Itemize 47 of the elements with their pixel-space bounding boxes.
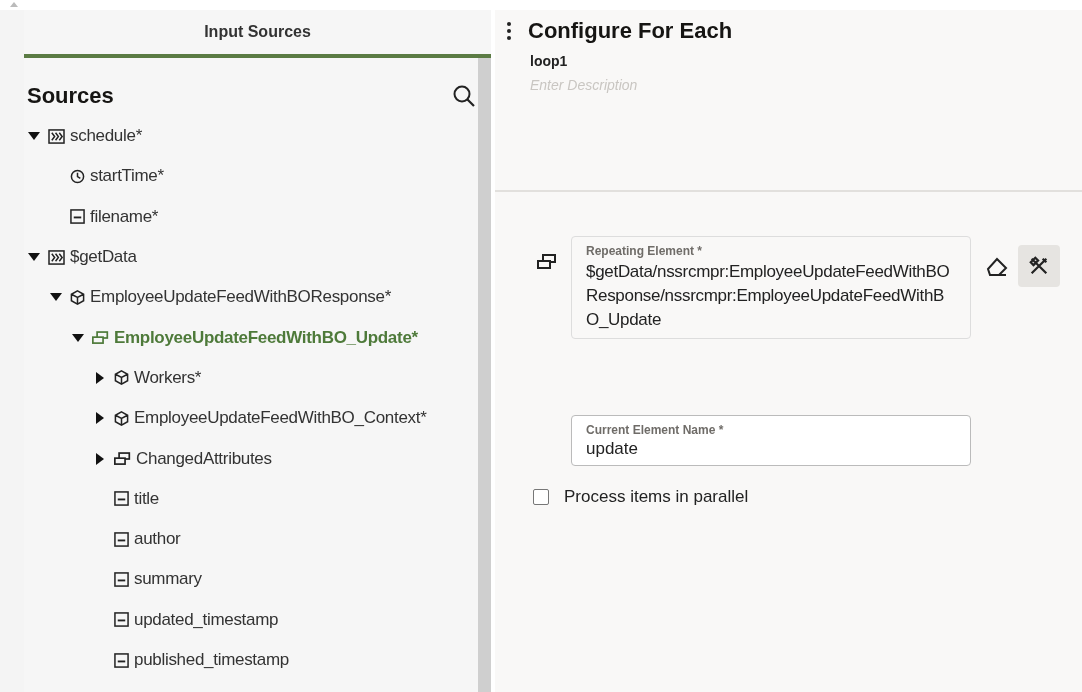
chevrons-icon [48,128,65,144]
search-icon[interactable] [452,84,476,108]
tree-item[interactable]: Workers* [134,367,202,388]
panel-title: Configure For Each [528,18,733,44]
hammer-wrench-icon[interactable] [1028,255,1050,277]
text-field-icon [114,612,129,628]
tree-item[interactable]: summary [134,569,202,590]
step-name: loop1 [530,53,569,69]
stacked-boxes-icon [114,451,131,466]
tree-item[interactable]: EmployeeUpdateFeedWithBOResponse* [90,287,391,308]
tree-item[interactable]: title [134,488,159,509]
tree-item[interactable]: schedule* [70,126,142,147]
collapse-icon[interactable] [49,293,63,302]
cube-icon [114,410,129,426]
tree-item[interactable]: EmployeeUpdateFeedWithBO_Context* [134,408,427,429]
tools-button[interactable] [1018,245,1060,287]
array-icon [537,254,557,270]
repeating-element-field[interactable]: Repeating Element * $getData/nssrcmpr:EmployeeUpdateFeedWithBOResponse/nssrcmpr:EmployeeUpdateFeedWithBO_Update [571,236,971,339]
tree-item[interactable]: author [134,529,181,550]
more-menu-icon[interactable] [507,22,511,40]
collapse-icon[interactable] [27,253,41,262]
stacked-boxes-icon [92,330,109,345]
text-field-icon [114,652,129,668]
tree-item[interactable]: published_timestamp [134,650,289,670]
tree-item[interactable]: EmployeeUpdateFeedWithBO_Update* [114,327,418,348]
cube-icon [114,370,129,386]
section-heading: Sources [27,83,114,109]
collapse-icon[interactable] [27,132,41,141]
cube-icon [70,289,85,305]
checkbox-label[interactable]: Process items in parallel [564,487,749,507]
tree-item[interactable]: ChangedAttributes [136,448,272,469]
tree-item[interactable]: startTime* [90,166,164,187]
text-field-icon [114,531,129,547]
panel-tab[interactable]: Input Sources [24,10,491,58]
tree-item[interactable]: $getData [70,247,137,268]
clock-icon [70,168,85,184]
scrollbar[interactable] [478,58,491,692]
checkbox[interactable] [533,489,549,505]
collapse-icon[interactable] [71,333,85,342]
chevrons-icon [48,249,65,265]
text-field-icon [114,571,129,587]
current-element-name-field[interactable]: Current Element Name * update [571,415,971,466]
eraser-icon[interactable] [986,257,1008,279]
tree-item[interactable]: updated_timestamp [134,609,279,630]
tree-item[interactable]: filename* [90,206,159,227]
text-field-icon [70,209,85,225]
text-field-icon [114,491,129,507]
